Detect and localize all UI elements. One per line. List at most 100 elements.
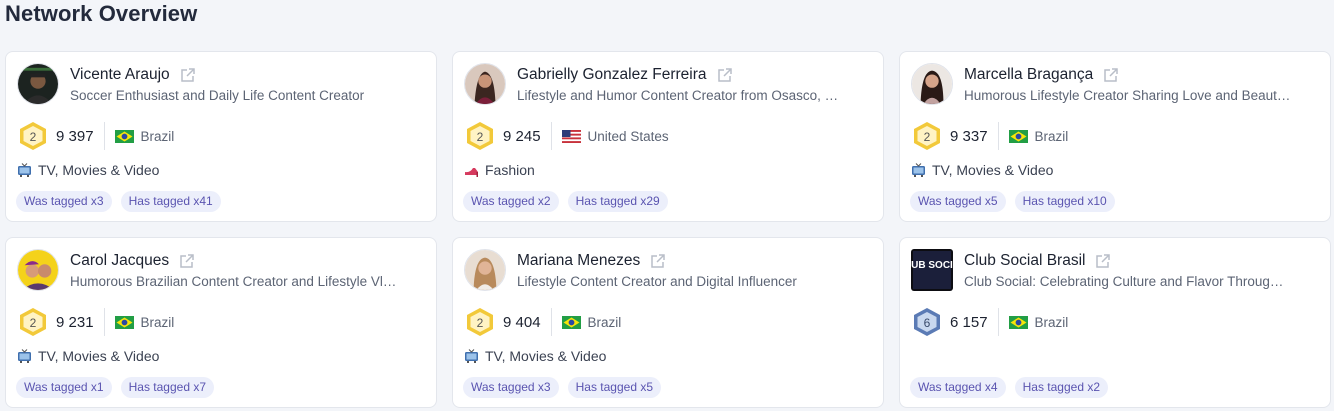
has-tagged-badge[interactable]: Has tagged x7 xyxy=(120,377,214,398)
tag-list: Was tagged x2 Has tagged x29 xyxy=(463,191,668,212)
country-label: Brazil xyxy=(1034,314,1069,330)
creator-stats: 2 9 404 Brazil xyxy=(464,307,621,337)
creator-name[interactable]: Vicente Araujo xyxy=(70,66,170,84)
was-tagged-badge[interactable]: Was tagged x5 xyxy=(910,191,1006,212)
category: TV, Movies & Video xyxy=(911,162,1053,178)
avatar[interactable] xyxy=(17,249,59,291)
follower-count: 9 231 xyxy=(56,313,94,331)
tag-list: Was tagged x3 Has tagged x41 xyxy=(16,191,221,212)
category-label: TV, Movies & Video xyxy=(485,348,607,364)
tag-list: Was tagged x4 Has tagged x2 xyxy=(910,377,1108,398)
follower-count: 6 157 xyxy=(950,313,988,331)
follower-count: 9 404 xyxy=(503,313,541,331)
svg-text:2: 2 xyxy=(30,130,37,144)
country-label: Brazil xyxy=(140,314,175,330)
was-tagged-badge[interactable]: Was tagged x3 xyxy=(16,191,112,212)
has-tagged-badge[interactable]: Has tagged x5 xyxy=(567,377,661,398)
country-label: Brazil xyxy=(140,128,175,144)
brazil-flag-icon xyxy=(1008,129,1028,143)
svg-text:2: 2 xyxy=(477,316,484,330)
creator-card[interactable]: CLUB SOCIAL Club Social Brasil Club Soci… xyxy=(899,237,1331,408)
level-badge-icon: 2 xyxy=(911,121,943,151)
category: TV, Movies & Video xyxy=(464,348,606,364)
divider xyxy=(550,122,552,150)
svg-text:CLUB SOCIAL: CLUB SOCIAL xyxy=(911,260,953,271)
level-badge-icon: 2 xyxy=(464,121,496,151)
creator-description: Lifestyle and Humor Content Creator from… xyxy=(517,88,839,103)
svg-text:2: 2 xyxy=(30,316,37,330)
creator-name[interactable]: Gabrielly Gonzalez Ferreira xyxy=(517,66,707,84)
creator-name[interactable]: Mariana Menezes xyxy=(517,252,640,270)
avatar[interactable] xyxy=(911,63,953,105)
creator-card[interactable]: Gabrielly Gonzalez Ferreira Lifestyle an… xyxy=(452,51,884,222)
creator-description: Humorous Brazilian Content Creator and L… xyxy=(70,274,397,289)
country-label: United States xyxy=(587,128,669,144)
creator-card[interactable]: Carol Jacques Humorous Brazilian Content… xyxy=(5,237,437,408)
creator-card[interactable]: Mariana Menezes Lifestyle Content Creato… xyxy=(452,237,884,408)
divider xyxy=(103,122,105,150)
tv-icon xyxy=(464,348,479,364)
category: TV, Movies & Video xyxy=(17,162,159,178)
level-badge-icon: 6 xyxy=(911,307,943,337)
avatar[interactable] xyxy=(464,249,506,291)
brazil-flag-icon xyxy=(114,129,134,143)
creator-stats: 2 9 337 Brazil xyxy=(911,121,1068,151)
tv-icon xyxy=(911,162,926,178)
avatar[interactable] xyxy=(17,63,59,105)
svg-text:2: 2 xyxy=(477,130,484,144)
country-label: Brazil xyxy=(587,314,622,330)
divider xyxy=(997,308,999,336)
tag-list: Was tagged x3 Has tagged x5 xyxy=(463,377,661,398)
brazil-flag-icon xyxy=(561,315,581,329)
creator-stats: 2 9 245 United States xyxy=(464,121,669,151)
creator-description: Club Social: Celebrating Culture and Fla… xyxy=(964,274,1284,289)
creator-stats: 2 9 231 Brazil xyxy=(17,307,174,337)
brazil-flag-icon xyxy=(1008,315,1028,329)
brand-logo[interactable]: CLUB SOCIAL xyxy=(911,249,953,291)
category-label: TV, Movies & Video xyxy=(38,162,160,178)
tv-icon xyxy=(17,162,32,178)
external-link-icon[interactable] xyxy=(1102,67,1119,84)
has-tagged-badge[interactable]: Has tagged x10 xyxy=(1014,191,1115,212)
category: Fashion xyxy=(464,162,535,178)
creator-card[interactable]: Vicente Araujo Soccer Enthusiast and Dai… xyxy=(5,51,437,222)
tag-list: Was tagged x5 Has tagged x10 xyxy=(910,191,1115,212)
was-tagged-badge[interactable]: Was tagged x3 xyxy=(463,377,559,398)
category-label: TV, Movies & Video xyxy=(932,162,1054,178)
follower-count: 9 337 xyxy=(950,127,988,145)
was-tagged-badge[interactable]: Was tagged x1 xyxy=(16,377,112,398)
creator-card[interactable]: Marcella Bragança Humorous Lifestyle Cre… xyxy=(899,51,1331,222)
level-badge-icon: 2 xyxy=(17,121,49,151)
divider xyxy=(103,308,105,336)
category: TV, Movies & Video xyxy=(17,348,159,364)
creator-name[interactable]: Club Social Brasil xyxy=(964,252,1085,270)
category-label: TV, Movies & Video xyxy=(38,348,160,364)
svg-text:6: 6 xyxy=(924,316,931,330)
tag-list: Was tagged x1 Has tagged x7 xyxy=(16,377,214,398)
tv-icon xyxy=(17,348,32,364)
was-tagged-badge[interactable]: Was tagged x4 xyxy=(910,377,1006,398)
has-tagged-badge[interactable]: Has tagged x41 xyxy=(120,191,221,212)
category-label: Fashion xyxy=(485,162,535,178)
follower-count: 9 245 xyxy=(503,127,541,145)
country-label: Brazil xyxy=(1034,128,1069,144)
external-link-icon[interactable] xyxy=(178,253,195,270)
level-badge-icon: 2 xyxy=(17,307,49,337)
high-heel-icon xyxy=(464,163,479,178)
external-link-icon[interactable] xyxy=(649,253,666,270)
divider xyxy=(997,122,999,150)
creator-name[interactable]: Marcella Bragança xyxy=(964,66,1093,84)
was-tagged-badge[interactable]: Was tagged x2 xyxy=(463,191,559,212)
follower-count: 9 397 xyxy=(56,127,94,145)
brazil-flag-icon xyxy=(114,315,134,329)
external-link-icon[interactable] xyxy=(179,67,196,84)
creator-description: Humorous Lifestyle Creator Sharing Love … xyxy=(964,88,1291,103)
has-tagged-badge[interactable]: Has tagged x29 xyxy=(567,191,668,212)
divider xyxy=(550,308,552,336)
has-tagged-badge[interactable]: Has tagged x2 xyxy=(1014,377,1108,398)
page-title: Network Overview xyxy=(5,1,198,26)
avatar[interactable] xyxy=(464,63,506,105)
external-link-icon[interactable] xyxy=(716,67,733,84)
external-link-icon[interactable] xyxy=(1094,253,1111,270)
creator-name[interactable]: Carol Jacques xyxy=(70,252,169,270)
